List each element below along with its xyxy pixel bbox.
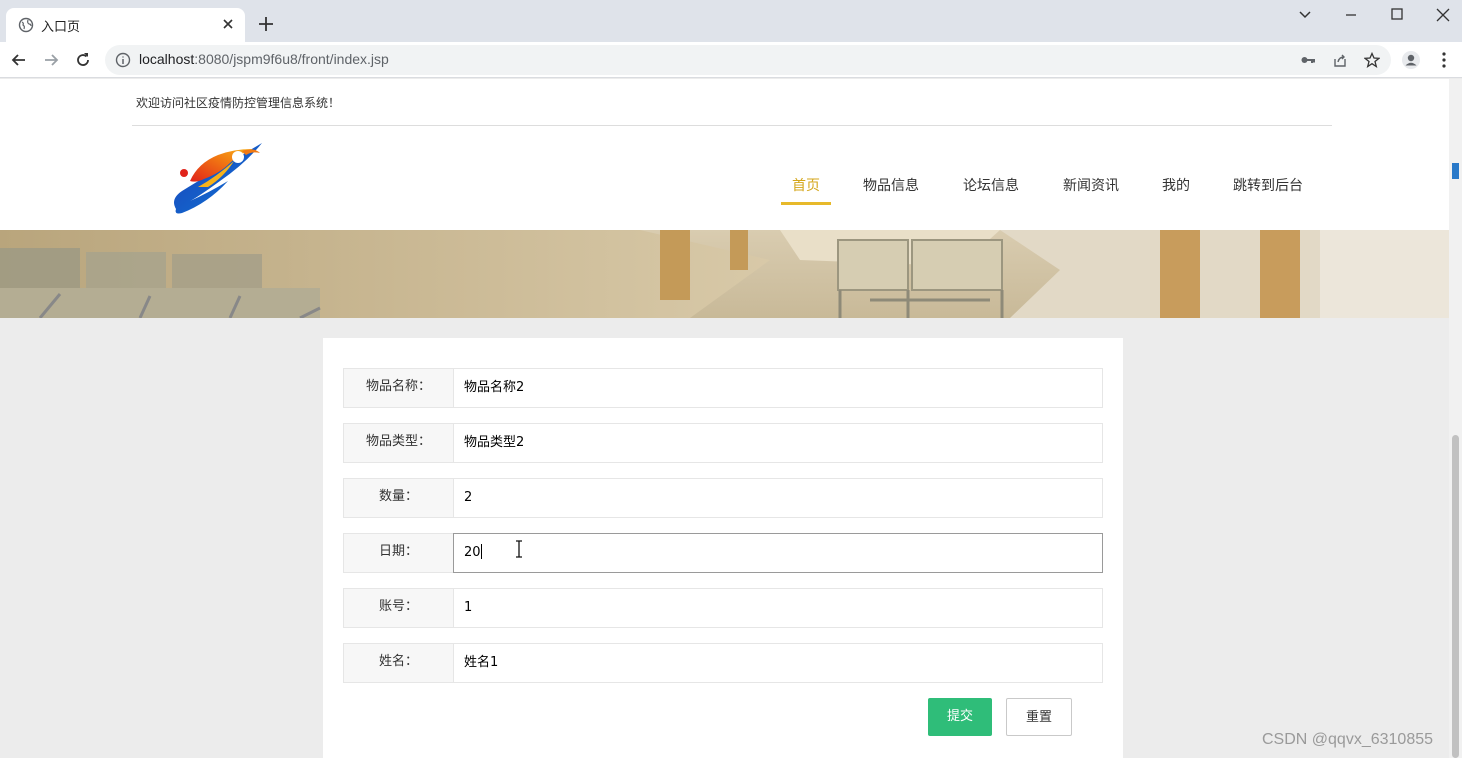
reset-button[interactable]: 重置 xyxy=(1006,698,1072,736)
profile-avatar-icon[interactable] xyxy=(1401,50,1421,70)
bookmark-star-icon[interactable] xyxy=(1364,52,1380,68)
field-label-account: 账号： xyxy=(343,588,453,628)
quantity-input[interactable]: 2 xyxy=(453,478,1103,518)
account-input[interactable]: 1 xyxy=(453,588,1103,628)
nav-item-goods[interactable]: 物品信息 xyxy=(855,177,927,205)
back-arrow-icon[interactable] xyxy=(9,50,29,70)
field-label-username: 姓名： xyxy=(343,643,453,683)
maximize-icon[interactable] xyxy=(1387,5,1407,25)
tab-title: 入口页 xyxy=(41,20,81,35)
scrollbar-find-marker xyxy=(1452,163,1459,179)
welcome-text: 欢迎访问社区疫情防控管理信息系统！ xyxy=(136,96,341,110)
page-scrollbar[interactable] xyxy=(1449,79,1462,758)
menu-kebab-icon[interactable] xyxy=(1434,50,1454,70)
field-label-name: 物品名称： xyxy=(343,368,453,408)
address-bar[interactable]: localhost:8080/jspm9f6u8/front/index.jsp xyxy=(105,45,1391,75)
globe-icon xyxy=(18,17,34,33)
browser-tab[interactable]: 入口页 xyxy=(6,8,245,42)
field-label-date: 日期： xyxy=(343,533,453,573)
form-row-quantity: 数量： 2 xyxy=(343,478,1103,518)
goods-type-input[interactable]: 物品类型2 xyxy=(453,423,1103,463)
browser-tabstrip: 入口页 xyxy=(0,0,1462,42)
form-row-date: 日期： 20 xyxy=(343,533,1103,573)
form-row-account: 账号： 1 xyxy=(343,588,1103,628)
browser-toolbar: localhost:8080/jspm9f6u8/front/index.jsp xyxy=(0,42,1462,78)
text-caret xyxy=(480,544,482,559)
nav-item-news[interactable]: 新闻资讯 xyxy=(1055,177,1127,205)
main-nav: 首页 物品信息 论坛信息 新闻资讯 我的 跳转到后台 xyxy=(0,177,1449,207)
close-window-icon[interactable] xyxy=(1433,5,1453,25)
info-icon[interactable] xyxy=(115,52,131,68)
watermark-text: CSDN @qqvx_6310855 xyxy=(1262,731,1434,748)
nav-item-home[interactable]: 首页 xyxy=(781,177,831,205)
goods-form: 物品名称： 物品名称2 物品类型： 物品类型2 数量： 2 日期： 20 账号：… xyxy=(323,338,1123,758)
nav-active-underline xyxy=(781,202,831,205)
header-divider xyxy=(132,125,1332,126)
forward-arrow-icon[interactable] xyxy=(41,50,61,70)
scrollbar-thumb[interactable] xyxy=(1452,435,1459,758)
banner-image xyxy=(0,230,1449,318)
minimize-icon[interactable] xyxy=(1341,5,1361,25)
date-input-value: 20 xyxy=(464,545,481,560)
url-path: :8080/jspm9f6u8/front/index.jsp xyxy=(194,51,389,67)
key-icon[interactable] xyxy=(1300,52,1316,68)
form-row-username: 姓名： 姓名1 xyxy=(343,643,1103,683)
username-input[interactable]: 姓名1 xyxy=(453,643,1103,683)
close-tab-icon[interactable] xyxy=(219,15,237,33)
goods-name-input[interactable]: 物品名称2 xyxy=(453,368,1103,408)
site-header: 欢迎访问社区疫情防控管理信息系统！ 首页 物品信息 论坛信息 新闻资讯 我的 跳… xyxy=(0,79,1449,230)
text-cursor-icon xyxy=(516,540,522,558)
form-row-type: 物品类型： 物品类型2 xyxy=(343,423,1103,463)
url-host: localhost xyxy=(139,51,195,67)
share-icon[interactable] xyxy=(1332,52,1348,68)
page-viewport: 欢迎访问社区疫情防控管理信息系统！ 首页 物品信息 论坛信息 新闻资讯 我的 跳… xyxy=(0,79,1449,758)
new-tab-icon[interactable] xyxy=(256,14,276,34)
url-text: localhost:8080/jspm9f6u8/front/index.jsp xyxy=(139,51,389,67)
nav-item-admin[interactable]: 跳转到后台 xyxy=(1225,177,1311,205)
field-label-type: 物品类型： xyxy=(343,423,453,463)
nav-item-mine[interactable]: 我的 xyxy=(1155,177,1197,205)
form-row-name: 物品名称： 物品名称2 xyxy=(343,368,1103,408)
chevron-down-icon[interactable] xyxy=(1295,5,1315,25)
field-label-quantity: 数量： xyxy=(343,478,453,518)
submit-button[interactable]: 提交 xyxy=(928,698,992,736)
nav-item-forum[interactable]: 论坛信息 xyxy=(955,177,1027,205)
date-input[interactable]: 20 xyxy=(453,533,1103,573)
reload-icon[interactable] xyxy=(73,50,93,70)
